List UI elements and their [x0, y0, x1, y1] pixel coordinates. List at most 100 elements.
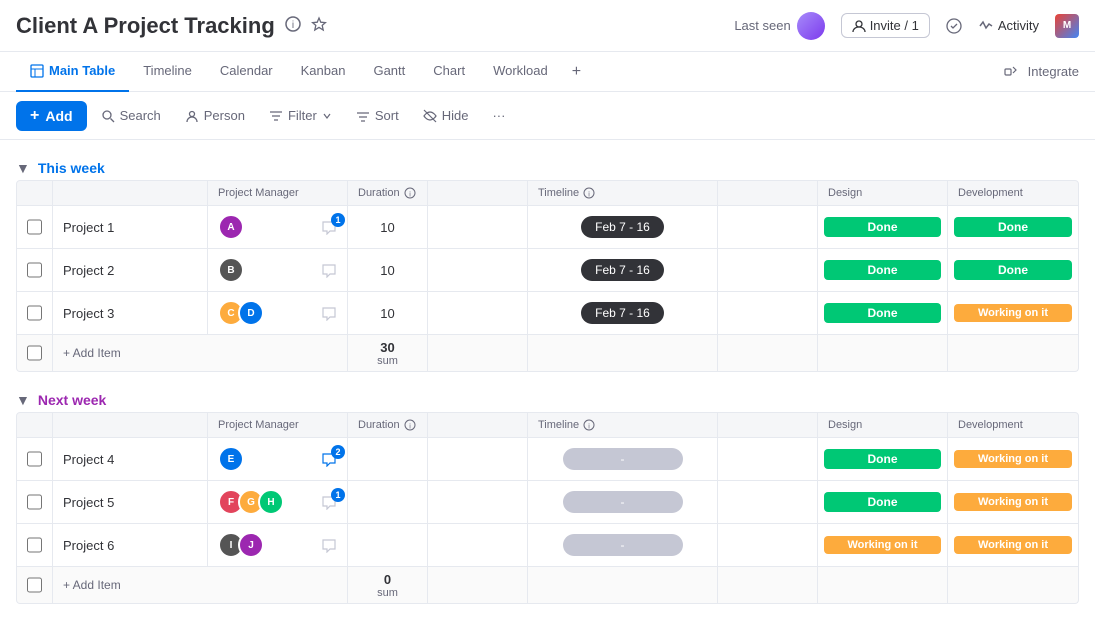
info-icon[interactable]: i: [285, 16, 301, 35]
add-item-empty5: [948, 335, 1078, 371]
design-status-6[interactable]: Working on it: [824, 536, 941, 554]
td-design-3: Done: [818, 292, 948, 334]
add-item-link-this-week[interactable]: + Add Item: [63, 346, 121, 360]
td-name-3: Project 3: [53, 292, 208, 334]
design-status-4[interactable]: Done: [824, 449, 941, 469]
td-duration-3: 10: [348, 292, 428, 334]
row-checkbox-1[interactable]: [27, 219, 42, 235]
comment-icon-1[interactable]: 1: [321, 219, 337, 235]
invite-button[interactable]: Invite / 1: [841, 13, 930, 38]
th-nw-pm: Project Manager: [208, 413, 348, 437]
row-checkbox-2[interactable]: [27, 262, 42, 278]
filter-label: Filter: [288, 108, 317, 123]
design-status-5[interactable]: Done: [824, 492, 941, 512]
add-item-nw-check: [17, 567, 53, 603]
next-week-chevron[interactable]: ▼: [16, 392, 30, 408]
avatar-6-2: J: [238, 532, 264, 558]
tab-chart[interactable]: Chart: [419, 52, 479, 92]
th-duration: Duration i: [348, 181, 428, 205]
hide-button[interactable]: Hide: [413, 103, 479, 128]
add-item-label-td: + Add Item: [53, 335, 348, 371]
timeline-empty-6: -: [563, 534, 683, 556]
invite-label: Invite / 1: [870, 18, 919, 33]
project-name-2: Project 2: [63, 263, 114, 278]
sort-button[interactable]: Sort: [346, 103, 409, 128]
notifications-icon[interactable]: [946, 18, 962, 34]
td-timeline-2: Feb 7 - 16: [528, 249, 718, 291]
tab-workload[interactable]: Workload: [479, 52, 562, 92]
add-button[interactable]: + Add: [16, 101, 87, 131]
tab-kanban[interactable]: Kanban: [287, 52, 360, 92]
activity-button[interactable]: Activity: [978, 18, 1039, 34]
next-week-title: Next week: [38, 392, 106, 408]
row-checkbox-4[interactable]: [27, 451, 42, 467]
td-pm-6: I J: [208, 524, 348, 566]
timeline-badge-1: Feb 7 - 16: [581, 216, 664, 238]
filter-button[interactable]: Filter: [259, 103, 342, 128]
th-nw-check: [17, 413, 53, 437]
add-item-link-next-week[interactable]: + Add Item: [63, 578, 121, 592]
next-week-table-header: Project Manager Duration i Timeline i De…: [16, 412, 1079, 438]
add-item-nw-checkbox[interactable]: [27, 577, 42, 593]
td-duration-2: 10: [348, 249, 428, 291]
td-empty-1: [428, 206, 528, 248]
tab-calendar[interactable]: Calendar: [206, 52, 287, 92]
th-name: [53, 181, 208, 205]
timeline-badge-2: Feb 7 - 16: [581, 259, 664, 281]
comment-icon-4[interactable]: 2: [321, 451, 337, 467]
hide-label: Hide: [442, 108, 469, 123]
tab-bar: Main Table Timeline Calendar Kanban Gant…: [0, 52, 1095, 92]
add-item-nw-empty5: [948, 567, 1078, 603]
this-week-chevron[interactable]: ▼: [16, 160, 30, 176]
search-button[interactable]: Search: [91, 103, 171, 128]
design-status-3[interactable]: Done: [824, 303, 941, 323]
row-checkbox-3[interactable]: [27, 305, 42, 321]
add-item-empty1: [428, 335, 528, 371]
td-dev-1: Done: [948, 206, 1078, 248]
person-button[interactable]: Person: [175, 103, 255, 128]
timeline-empty-4: -: [563, 448, 683, 470]
comment-icon-3[interactable]: [321, 305, 337, 321]
app-header: Client A Project Tracking i Last seen In…: [0, 0, 1095, 52]
td-empty-4: [428, 438, 528, 480]
dev-status-2[interactable]: Done: [954, 260, 1072, 280]
nw-sum-value: 0: [384, 572, 391, 587]
add-tab-button[interactable]: +: [562, 63, 591, 81]
comment-count-5: 1: [331, 488, 345, 502]
add-item-checkbox[interactable]: [27, 345, 42, 361]
table-row: Project 1 A 1 10 Feb 7 - 16: [16, 206, 1079, 249]
td-design-5: Done: [818, 481, 948, 523]
comment-icon-2[interactable]: [321, 262, 337, 278]
td-check-5: [17, 481, 53, 523]
row-checkbox-6[interactable]: [27, 537, 42, 553]
td-check-3: [17, 292, 53, 334]
td-design-4: Done: [818, 438, 948, 480]
person-label: Person: [204, 108, 245, 123]
star-icon[interactable]: [311, 16, 327, 35]
comment-count-1: 1: [331, 213, 345, 227]
td-timeline-1: Feb 7 - 16: [528, 206, 718, 248]
dev-status-5[interactable]: Working on it: [954, 493, 1072, 511]
more-button[interactable]: ···: [482, 103, 515, 128]
row-checkbox-5[interactable]: [27, 494, 42, 510]
this-week-table-header: Project Manager Duration i Timeline i De…: [16, 180, 1079, 206]
tab-main-table[interactable]: Main Table: [16, 52, 129, 92]
td-dev-6: Working on it: [948, 524, 1078, 566]
dev-status-1[interactable]: Done: [954, 217, 1072, 237]
dev-status-6[interactable]: Working on it: [954, 536, 1072, 554]
this-week-header: ▼ This week: [0, 156, 1095, 180]
tab-timeline[interactable]: Timeline: [129, 52, 206, 92]
td-check-1: [17, 206, 53, 248]
design-status-2[interactable]: Done: [824, 260, 941, 280]
add-item-nw-empty3: [718, 567, 818, 603]
integrate-button[interactable]: Integrate: [1004, 64, 1079, 79]
tab-gantt[interactable]: Gantt: [359, 52, 419, 92]
dev-status-4[interactable]: Working on it: [954, 450, 1072, 468]
design-status-1[interactable]: Done: [824, 217, 941, 237]
comment-icon-6[interactable]: [321, 537, 337, 553]
comment-icon-5[interactable]: 1: [321, 494, 337, 510]
td-design-1: Done: [818, 206, 948, 248]
dev-status-3[interactable]: Working on it: [954, 304, 1072, 322]
avatar-3-2: D: [238, 300, 264, 326]
th-empty2: [718, 181, 818, 205]
